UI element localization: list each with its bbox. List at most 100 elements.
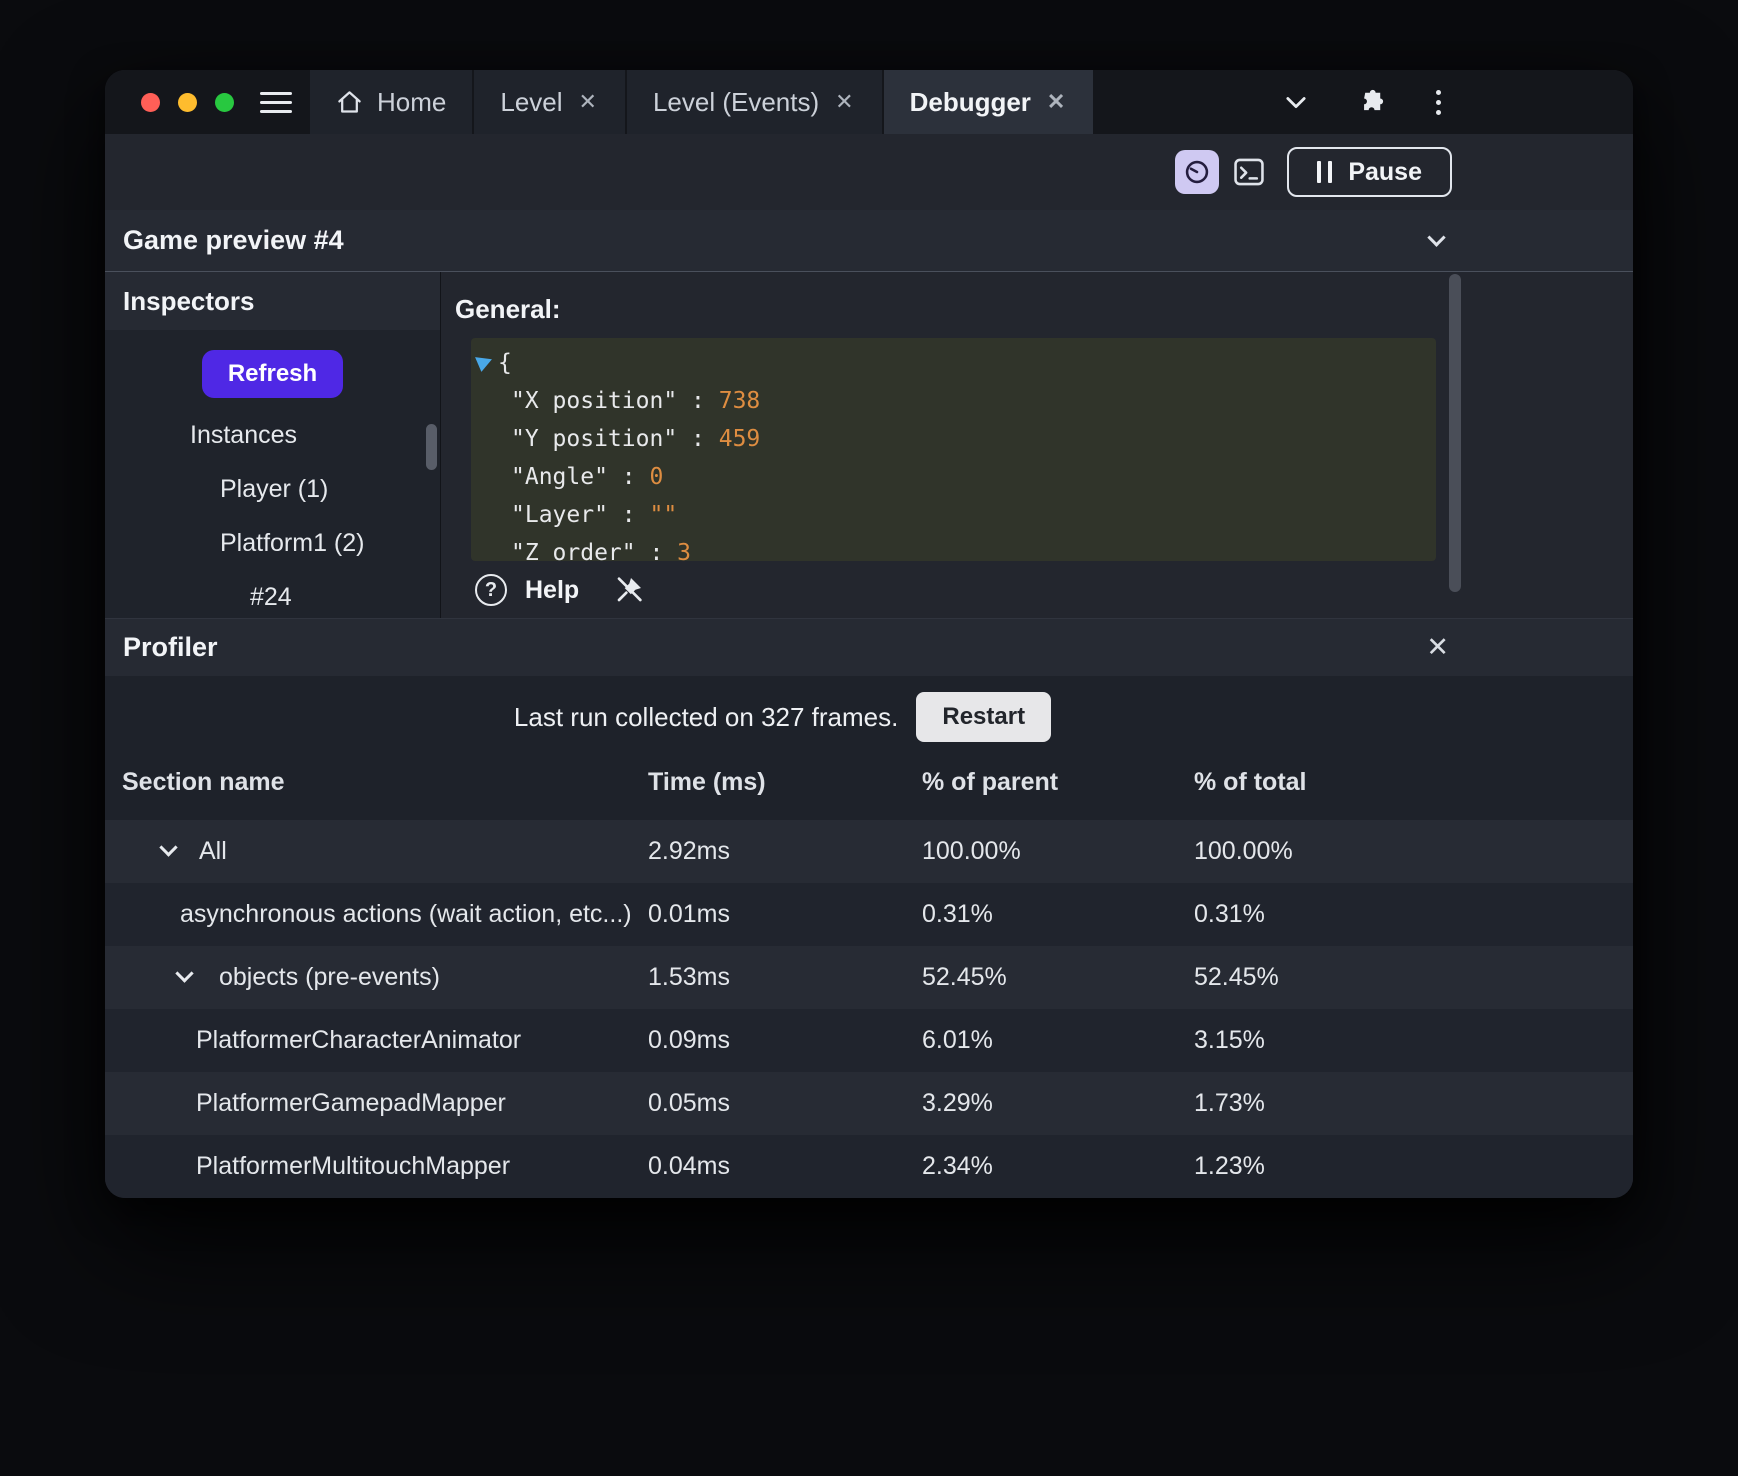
percent-parent-cell: 6.01% — [922, 1026, 993, 1054]
titlebar: Home Level ✕ Level (Events) ✕ Debugger ✕ — [105, 70, 1633, 134]
percent-parent-cell: 0.31% — [922, 900, 993, 928]
tab-label: Home — [377, 86, 447, 117]
chevron-down-icon[interactable] — [1282, 88, 1310, 116]
percent-total-cell: 52.45% — [1194, 963, 1279, 991]
json-line: "Layer" : "" — [511, 502, 678, 528]
minimize-window-button[interactable] — [178, 92, 197, 112]
console-icon — [1232, 155, 1266, 189]
percent-parent-cell: 3.29% — [922, 1089, 993, 1117]
tab-label: Level — [500, 86, 563, 117]
percent-total-cell: 100.00% — [1194, 837, 1293, 865]
json-line: "Angle" : 0 — [511, 464, 664, 490]
tab-debugger[interactable]: Debugger ✕ — [883, 70, 1094, 134]
table-row: PlatformerMultitouchMapper 0.04ms 2.34% … — [105, 1135, 1633, 1198]
time-cell: 0.04ms — [648, 1152, 730, 1180]
profiler-header: Profiler ✕ — [105, 618, 1633, 676]
column-header-percent-parent: % of parent — [922, 767, 1059, 796]
profiler-toggle-button[interactable] — [1175, 150, 1220, 194]
help-question-icon[interactable]: ? — [475, 574, 507, 606]
close-icon[interactable]: ✕ — [1045, 85, 1067, 119]
percent-parent-cell: 52.45% — [922, 963, 1007, 991]
gauge-icon — [1183, 158, 1211, 186]
profiler-status-row: Last run collected on 327 frames. Restar… — [105, 690, 1460, 744]
section-name: asynchronous actions (wait action, etc..… — [180, 900, 632, 928]
expand-chevron-down-icon[interactable] — [159, 838, 178, 857]
inspectors-panel: Inspectors Refresh Instances Player (1) … — [105, 272, 441, 618]
percent-total-cell: 0.31% — [1194, 900, 1265, 928]
time-cell: 0.05ms — [648, 1089, 730, 1117]
refresh-button[interactable]: Refresh — [201, 350, 344, 398]
tab-bar: Home Level ✕ Level (Events) ✕ Debugger ✕ — [310, 70, 1094, 134]
section-name: objects (pre-events) — [219, 963, 440, 991]
hamburger-menu-icon[interactable] — [260, 70, 292, 134]
time-cell: 0.09ms — [648, 1026, 730, 1054]
tab-label: Debugger — [909, 86, 1031, 117]
tab-home[interactable]: Home — [310, 70, 473, 134]
game-preview-header: Game preview #4 — [105, 210, 1633, 272]
debugger-toolbar: Pause — [105, 134, 1633, 210]
pause-label: Pause — [1348, 157, 1422, 186]
close-window-button[interactable] — [141, 92, 160, 112]
collapse-chevron-down-icon[interactable] — [1427, 228, 1446, 247]
collapse-triangle-icon[interactable] — [474, 347, 493, 385]
inspectors-title: Inspectors — [105, 272, 440, 330]
json-line: "Z order" : 3 — [511, 540, 692, 561]
section-name: PlatformerGamepadMapper — [196, 1089, 506, 1117]
profiler-status-text: Last run collected on 327 frames. — [513, 701, 899, 732]
percent-total-cell: 3.15% — [1194, 1026, 1265, 1054]
restart-button[interactable]: Restart — [916, 692, 1052, 742]
column-header-percent-total: % of total — [1194, 767, 1307, 796]
section-name: PlatformerMultitouchMapper — [196, 1152, 511, 1180]
time-cell: 1.53ms — [648, 963, 730, 991]
tree-item-platform1[interactable]: Platform1 (2) — [105, 516, 440, 570]
general-scrollbar-thumb[interactable] — [1449, 274, 1461, 592]
table-row: All 2.92ms 100.00% 100.00% — [105, 820, 1633, 883]
table-row: objects (pre-events) 1.53ms 52.45% 52.45… — [105, 946, 1633, 1009]
table-row: asynchronous actions (wait action, etc..… — [105, 883, 1633, 946]
debugger-main: Inspectors Refresh Instances Player (1) … — [105, 272, 1633, 618]
section-name: PlatformerCharacterAnimator — [196, 1026, 522, 1054]
help-label[interactable]: Help — [525, 576, 579, 605]
general-panel: General: { "X position" : 738 "Y positio… — [441, 272, 1633, 618]
percent-total-cell: 1.23% — [1194, 1152, 1265, 1180]
percent-total-cell: 1.73% — [1194, 1089, 1265, 1117]
close-icon[interactable]: ✕ — [577, 85, 599, 119]
time-cell: 2.92ms — [648, 837, 730, 865]
pause-button[interactable]: Pause — [1287, 147, 1452, 197]
table-row: PlatformerGamepadMapper 0.05ms 3.29% 1.7… — [105, 1072, 1633, 1135]
tab-level-events[interactable]: Level (Events) ✕ — [626, 70, 882, 134]
inspectors-title-label: Inspectors — [123, 285, 255, 316]
more-options-kebab-icon[interactable] — [1432, 86, 1445, 119]
traffic-lights — [105, 70, 234, 134]
close-icon[interactable]: ✕ — [1426, 632, 1449, 663]
extensions-puzzle-icon[interactable] — [1356, 87, 1386, 117]
zoom-window-button[interactable] — [215, 92, 234, 112]
app-window: Home Level ✕ Level (Events) ✕ Debugger ✕ — [105, 70, 1633, 1198]
pause-icon — [1317, 161, 1333, 183]
tab-level[interactable]: Level ✕ — [474, 70, 625, 134]
percent-parent-cell: 100.00% — [922, 837, 1021, 865]
tree-item-instances[interactable]: Instances — [105, 408, 440, 462]
percent-parent-cell: 2.34% — [922, 1152, 993, 1180]
game-preview-title: Game preview #4 — [123, 225, 344, 255]
json-line: "Y position" : 459 — [511, 426, 761, 452]
profiler-table-header: Section name Time (ms) % of parent % of … — [105, 744, 1633, 820]
json-line: "X position" : 738 — [511, 388, 761, 414]
properties-json-view: { "X position" : 738 "Y position" : 459 … — [471, 338, 1436, 561]
json-open-brace: { — [498, 350, 512, 376]
unpin-icon[interactable] — [613, 574, 645, 606]
close-icon[interactable]: ✕ — [833, 85, 855, 119]
console-button[interactable] — [1232, 155, 1266, 189]
profiler-title: Profiler — [123, 632, 218, 662]
profiler-body: Last run collected on 327 frames. Restar… — [105, 676, 1633, 1198]
tree-item-instance-24[interactable]: #24 — [105, 570, 440, 624]
inspectors-tree: Instances Player (1) Platform1 (2) #24 — [105, 408, 440, 624]
tree-item-player[interactable]: Player (1) — [105, 462, 440, 516]
inspectors-scrollbar-thumb[interactable] — [426, 424, 437, 470]
home-icon — [336, 89, 363, 116]
table-row: PlatformerCharacterAnimator 0.09ms 6.01%… — [105, 1009, 1633, 1072]
titlebar-actions — [1282, 70, 1445, 134]
column-header-time: Time (ms) — [648, 767, 766, 796]
section-name: All — [199, 837, 227, 865]
expand-chevron-down-icon[interactable] — [175, 964, 194, 983]
